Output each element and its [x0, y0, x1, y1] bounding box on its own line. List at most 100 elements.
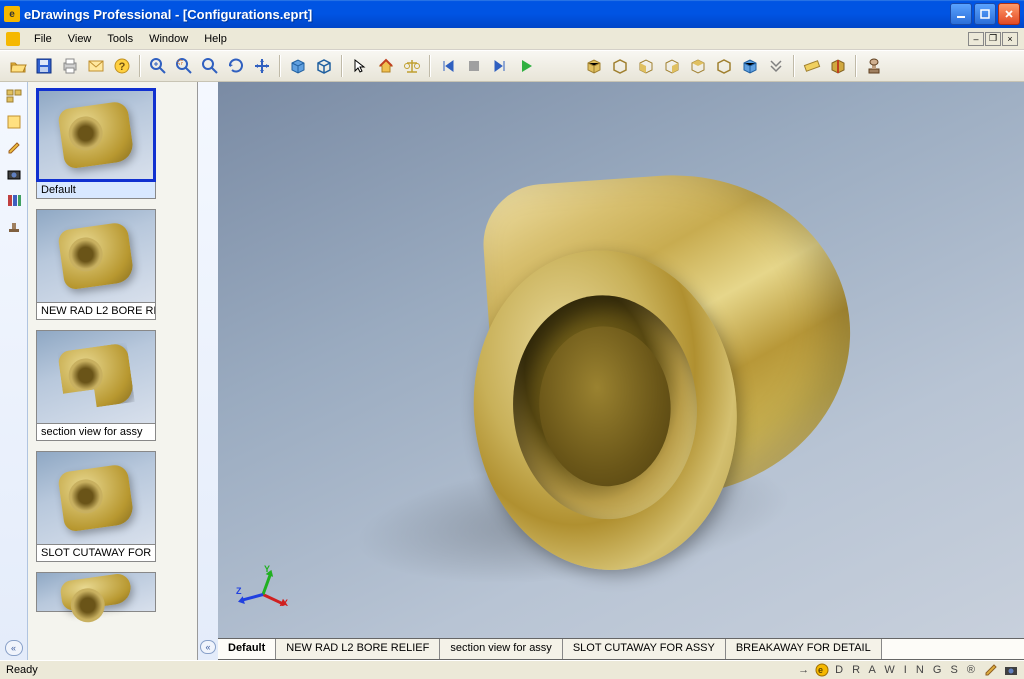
- orientation-triad[interactable]: X Y Z: [238, 568, 288, 618]
- menu-view[interactable]: View: [60, 31, 100, 47]
- zoom-button[interactable]: [198, 54, 222, 78]
- perspective-button[interactable]: [312, 54, 336, 78]
- 3d-view[interactable]: X Y Z: [218, 82, 1024, 638]
- first-button[interactable]: [436, 54, 460, 78]
- view-front-button[interactable]: [582, 54, 606, 78]
- home-button[interactable]: [374, 54, 398, 78]
- config-thumb[interactable]: SLOT CUTAWAY FOR .: [36, 451, 156, 562]
- open-button[interactable]: [6, 54, 30, 78]
- stamp-tab-button[interactable]: [4, 216, 24, 236]
- pan-icon: [253, 57, 271, 75]
- mdi-restore-button[interactable]: ❐: [985, 32, 1001, 46]
- config-thumb[interactable]: NEW RAD L2 BORE RE: [36, 209, 156, 320]
- pan-button[interactable]: [250, 54, 274, 78]
- maximize-button[interactable]: [974, 3, 996, 25]
- zoom-area-button[interactable]: [172, 54, 196, 78]
- config-thumb[interactable]: Default: [36, 88, 156, 199]
- menu-file[interactable]: File: [26, 31, 60, 47]
- next-button[interactable]: [488, 54, 512, 78]
- rotate-icon: [227, 57, 245, 75]
- toolbar-separator: [855, 55, 857, 77]
- cube-iso-icon: [741, 57, 759, 75]
- mass-button[interactable]: [400, 54, 424, 78]
- stamp-button[interactable]: [862, 54, 886, 78]
- config-thumb[interactable]: [36, 572, 156, 612]
- view-bottom-button[interactable]: [712, 54, 736, 78]
- search-tab-button[interactable]: [4, 164, 24, 184]
- view-more-button[interactable]: [764, 54, 788, 78]
- help-button[interactable]: ?: [110, 54, 134, 78]
- mdi-minimize-button[interactable]: –: [968, 32, 984, 46]
- status-text: Ready: [6, 664, 798, 676]
- collapse-strip-button[interactable]: «: [5, 640, 23, 656]
- cube-shaded-icon: [289, 57, 307, 75]
- brand-arrow-icon: →: [798, 664, 809, 676]
- print-icon: [61, 57, 79, 75]
- viewport-area: X Y Z Default NEW RAD L2 BORE RELIEF sec…: [218, 82, 1024, 660]
- cube-view-icon: [611, 57, 629, 75]
- shaded-button[interactable]: [286, 54, 310, 78]
- minimize-button[interactable]: [950, 3, 972, 25]
- cube-wire-icon: [315, 57, 333, 75]
- x-axis-icon: [262, 593, 283, 605]
- stamp-icon: [6, 218, 22, 234]
- send-button[interactable]: [84, 54, 108, 78]
- stop-button[interactable]: [462, 54, 486, 78]
- zoom-fit-button[interactable]: [146, 54, 170, 78]
- main-toolbar: ?: [0, 50, 1024, 82]
- print-button[interactable]: [58, 54, 82, 78]
- toolbar-separator: [139, 55, 141, 77]
- view-back-button[interactable]: [608, 54, 632, 78]
- measure-button[interactable]: [800, 54, 824, 78]
- section-icon: [829, 57, 847, 75]
- view-tab[interactable]: section view for assy: [440, 639, 562, 659]
- cursor-icon: [351, 57, 369, 75]
- close-button[interactable]: [998, 3, 1020, 25]
- view-left-button[interactable]: [634, 54, 658, 78]
- play-icon: [517, 57, 535, 75]
- view-tab[interactable]: Default: [218, 639, 276, 659]
- select-button[interactable]: [348, 54, 372, 78]
- brand-text: D R A W I N G S ®: [835, 664, 978, 676]
- sheets-tab-button[interactable]: [4, 112, 24, 132]
- layers-tab-button[interactable]: [4, 190, 24, 210]
- menu-bar: File View Tools Window Help – ❐ ×: [0, 28, 1024, 50]
- brand-area: → e D R A W I N G S ®: [798, 663, 1018, 677]
- cube-view-icon: [585, 57, 603, 75]
- 3d-part: [357, 122, 885, 576]
- rotate-button[interactable]: [224, 54, 248, 78]
- brand-pencil-icon: [984, 663, 998, 677]
- view-tab[interactable]: BREAKAWAY FOR DETAIL: [726, 639, 882, 659]
- y-axis-label: Y: [264, 564, 270, 574]
- config-label: Default: [36, 182, 156, 199]
- books-icon: [6, 192, 22, 208]
- view-iso-button[interactable]: [738, 54, 762, 78]
- zoom-area-icon: [175, 57, 193, 75]
- zoom-icon: [201, 57, 219, 75]
- view-tab[interactable]: NEW RAD L2 BORE RELIEF: [276, 639, 440, 659]
- maximize-icon: [980, 9, 990, 19]
- play-button[interactable]: [514, 54, 538, 78]
- stamp-icon: [865, 57, 883, 75]
- section-button[interactable]: [826, 54, 850, 78]
- mdi-close-button[interactable]: ×: [1002, 32, 1018, 46]
- home-icon: [377, 57, 395, 75]
- workspace: « Default NEW RAD L2 BORE RE section vie…: [0, 82, 1024, 660]
- view-top-button[interactable]: [686, 54, 710, 78]
- x-axis-label: X: [282, 598, 288, 608]
- mdi-buttons: – ❐ ×: [968, 32, 1018, 46]
- config-thumb[interactable]: section view for assy: [36, 330, 156, 441]
- toolbar-separator: [793, 55, 795, 77]
- collapse-panel-button[interactable]: «: [200, 640, 216, 654]
- view-right-button[interactable]: [660, 54, 684, 78]
- next-icon: [491, 57, 509, 75]
- configurations-panel[interactable]: Default NEW RAD L2 BORE RE section view …: [28, 82, 198, 660]
- menu-window[interactable]: Window: [141, 31, 196, 47]
- toolbar-separator: [279, 55, 281, 77]
- save-button[interactable]: [32, 54, 56, 78]
- view-tab[interactable]: SLOT CUTAWAY FOR ASSY: [563, 639, 726, 659]
- markup-tab-button[interactable]: [4, 138, 24, 158]
- menu-help[interactable]: Help: [196, 31, 235, 47]
- menu-tools[interactable]: Tools: [99, 31, 141, 47]
- configs-tab-button[interactable]: [4, 86, 24, 106]
